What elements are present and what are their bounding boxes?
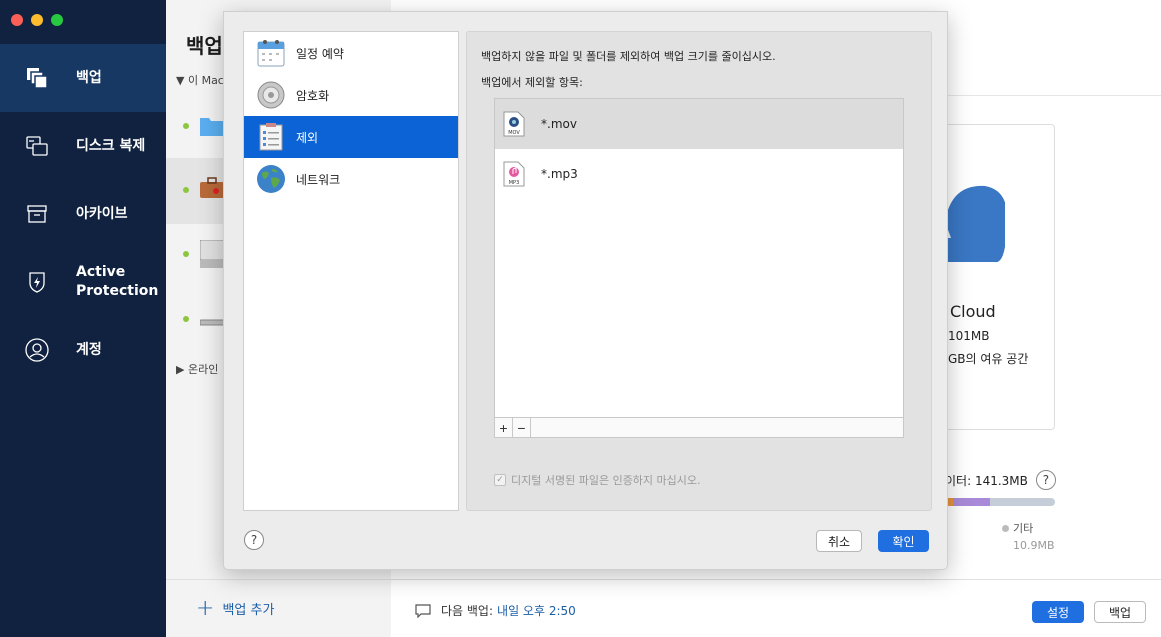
settings-button[interactable]: 설정 <box>1032 601 1084 623</box>
svg-text:MP3: MP3 <box>509 180 520 186</box>
archive-box-icon <box>25 202 49 226</box>
add-exclusion-button[interactable]: + <box>495 418 513 437</box>
next-backup-label: 다음 백업: <box>441 604 494 618</box>
help-button[interactable]: ? <box>1035 470 1056 490</box>
category-network[interactable]: 네트워크 <box>244 158 458 200</box>
category-label: 네트워크 <box>296 172 341 187</box>
certificate-option: ✓ 디지털 서명된 파일은 인증하지 마십시오. <box>494 472 701 488</box>
status-dot <box>183 316 189 322</box>
close-window-button[interactable] <box>11 14 23 26</box>
folder-icon <box>200 118 224 136</box>
certificate-label: 디지털 서명된 파일은 인증하지 마십시오. <box>511 474 701 487</box>
destination-name: Cloud <box>950 302 996 321</box>
legend-other-size: 10.9MB <box>1013 539 1055 552</box>
this-mac-group[interactable]: ▼ 이 Mac <box>176 72 224 88</box>
sidebar-item-backup[interactable]: 백업 <box>0 44 166 112</box>
destination-free-space: GB의 여유 공간 <box>948 352 1029 366</box>
bottom-bar: 다음 백업: 내일 오후 2:50 설정 백업 <box>391 579 1161 637</box>
category-exclusions[interactable]: 제외 <box>244 116 458 158</box>
exclusions-list[interactable]: MOV *.mov MP3 *.mp3 + − <box>494 98 904 438</box>
status-dot <box>183 187 189 193</box>
exclusion-label: *.mp3 <box>541 167 578 181</box>
legend-other-label: 기타 <box>1013 522 1034 535</box>
list-item[interactable]: MOV *.mov <box>495 99 903 149</box>
online-group[interactable]: ▶ 온라인 <box>176 361 218 377</box>
globe-icon <box>256 164 286 194</box>
lock-icon <box>256 80 286 110</box>
mp3-file-icon: MP3 <box>503 161 525 187</box>
status-dot <box>183 123 189 129</box>
sidebar-item-label: Active Protection <box>76 264 159 299</box>
data-size-line: 이터: 141.3MB ? <box>945 470 1056 490</box>
exclusions-description: 백업하지 않을 파일 및 폴더를 제외하여 백업 크기를 줄이십시오. <box>481 50 776 63</box>
cancel-button[interactable]: 취소 <box>816 530 862 552</box>
backup-now-button[interactable]: 백업 <box>1094 601 1146 623</box>
sidebar-nav: 백업 디스크 복제 아카이브 Active Protection 계정 <box>0 44 166 384</box>
settings-dialog: 일정 예약 암호화 제외 네트워크 백업하지 않을 파일 및 폴더를 제외하여 … <box>223 11 948 570</box>
sidebar-item-archive[interactable]: 아카이브 <box>0 180 166 248</box>
sidebar-item-disk-clone[interactable]: 디스크 복제 <box>0 112 166 180</box>
hard-drive-icon <box>200 240 224 268</box>
user-circle-icon <box>25 338 49 362</box>
category-schedule[interactable]: 일정 예약 <box>244 32 458 74</box>
category-label: 암호화 <box>296 88 330 103</box>
legend-dot-icon <box>1002 524 1009 532</box>
zoom-window-button[interactable] <box>51 14 63 26</box>
dialog-help-button[interactable]: ? <box>244 530 264 550</box>
minimize-window-button[interactable] <box>31 14 43 26</box>
sidebar: 백업 디스크 복제 아카이브 Active Protection 계정 <box>0 0 166 637</box>
sidebar-item-label: 아카이브 <box>76 205 128 222</box>
exclusions-panel: 백업하지 않을 파일 및 폴더를 제외하여 백업 크기를 줄이십시오. 백업에서… <box>466 31 932 511</box>
checklist-icon <box>256 122 286 152</box>
legend-other: 기타 <box>1002 520 1033 536</box>
sidebar-item-account[interactable]: 계정 <box>0 316 166 384</box>
laptop-icon <box>200 319 224 326</box>
category-label: 일정 예약 <box>296 46 344 61</box>
category-label: 제외 <box>296 130 319 145</box>
disk-clone-icon <box>25 134 49 158</box>
copy-stack-icon <box>25 66 49 90</box>
briefcase-icon <box>200 177 224 198</box>
sidebar-item-label: 백업 <box>76 69 102 86</box>
remove-exclusion-button[interactable]: − <box>513 418 531 437</box>
chat-bubble-icon <box>415 603 431 618</box>
sidebar-item-active-protection[interactable]: Active Protection <box>0 248 166 316</box>
add-backup-button[interactable]: + 백업 추가 <box>166 579 391 637</box>
next-backup-time[interactable]: 내일 오후 2:50 <box>497 602 576 619</box>
certificate-checkbox[interactable]: ✓ <box>494 474 506 486</box>
page-title: 백업 <box>186 34 223 58</box>
window-controls <box>11 14 63 26</box>
mov-file-icon: MOV <box>503 111 525 137</box>
calendar-icon <box>256 38 286 68</box>
destination-size: 101MB <box>948 329 990 343</box>
shield-bolt-icon <box>25 270 49 294</box>
plus-icon: + <box>196 596 215 621</box>
exclusions-toolbar: + − <box>495 417 903 437</box>
ok-button[interactable]: 확인 <box>878 530 929 552</box>
svg-text:MOV: MOV <box>508 130 520 136</box>
sidebar-item-label: 계정 <box>76 341 102 358</box>
status-dot <box>183 251 189 257</box>
category-encryption[interactable]: 암호화 <box>244 74 458 116</box>
add-backup-label: 백업 추가 <box>222 603 275 618</box>
exclusions-list-label: 백업에서 제외할 항목: <box>481 76 583 89</box>
data-size-text: 이터: 141.3MB <box>945 473 1028 488</box>
usage-bar <box>945 498 1055 506</box>
list-item[interactable]: MP3 *.mp3 <box>495 149 903 199</box>
usage-segment-purple <box>953 498 990 506</box>
exclusion-label: *.mov <box>541 117 577 131</box>
next-backup-info: 다음 백업: 내일 오후 2:50 <box>415 602 576 619</box>
settings-category-list: 일정 예약 암호화 제외 네트워크 <box>243 31 459 511</box>
sidebar-item-label: 디스크 복제 <box>76 137 146 154</box>
